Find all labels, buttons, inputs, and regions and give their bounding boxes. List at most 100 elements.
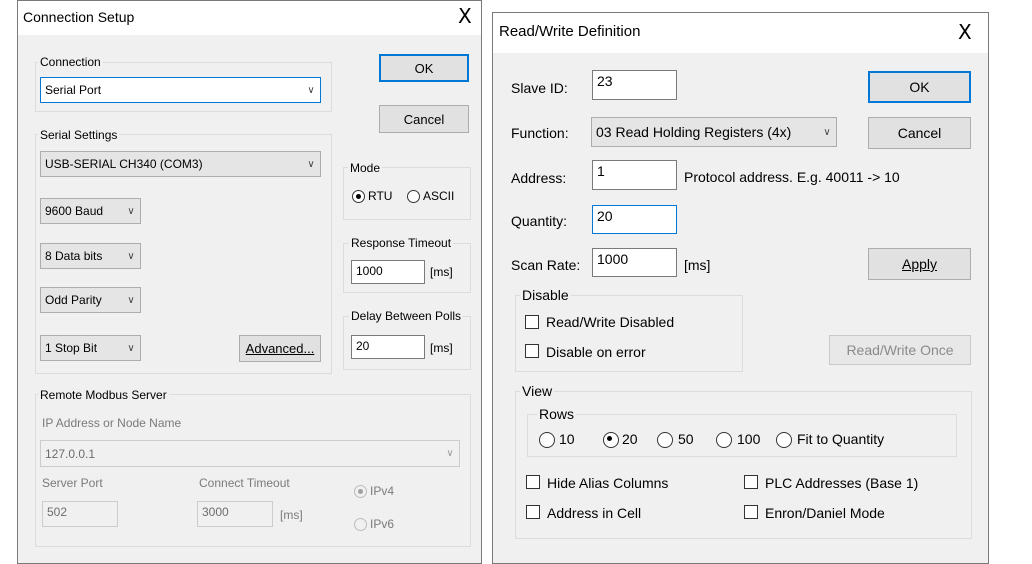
port-select-value: USB-SERIAL CH340 (COM3) (45, 157, 203, 171)
rows-fit-label: Fit to Quantity (797, 431, 885, 447)
connection-setup-dialog: Connection Setup X Connection Serial Por… (17, 0, 482, 564)
delay-polls-input[interactable]: 20 (351, 335, 425, 359)
rw-disabled-checkbox[interactable] (525, 315, 539, 329)
rw-definition-dialog: Read/Write Definition X Slave ID: 23 Fun… (492, 12, 989, 564)
disable-on-error-label: Disable on error (546, 344, 646, 360)
disable-group-label: Disable (520, 287, 571, 303)
enron-label: Enron/Daniel Mode (765, 505, 885, 521)
ascii-radio[interactable] (407, 190, 420, 203)
enron-checkbox[interactable] (744, 505, 758, 519)
quantity-input[interactable]: 20 (592, 205, 677, 234)
view-group-label: View (520, 383, 555, 399)
server-port-label: Server Port (42, 476, 103, 490)
rows-20-label: 20 (622, 431, 638, 447)
function-select-value: 03 Read Holding Registers (4x) (596, 124, 792, 140)
response-timeout-input[interactable]: 1000 (351, 260, 425, 284)
rw-once-button-label: Read/Write Once (846, 342, 954, 358)
address-label: Address: (511, 170, 567, 186)
close-icon[interactable]: X (958, 22, 972, 42)
rtu-label: RTU (368, 189, 393, 203)
connection-select-value: Serial Port (45, 83, 102, 97)
databits-select[interactable]: 8 Data bits ∨ (40, 243, 141, 269)
rows-fit-radio[interactable] (776, 432, 792, 448)
title-bar: Connection Setup X (18, 1, 481, 35)
ip-label: IP Address or Node Name (42, 416, 182, 430)
background-strip (482, 0, 492, 564)
disable-on-error-checkbox[interactable] (525, 344, 539, 358)
baud-select-value: 9600 Baud (45, 204, 104, 218)
connect-timeout-label: Connect Timeout (199, 476, 290, 490)
stopbit-select[interactable]: 1 Stop Bit ∨ (40, 335, 141, 361)
ipv4-label: IPv4 (370, 484, 395, 498)
function-select[interactable]: 03 Read Holding Registers (4x) ∨ (591, 117, 837, 147)
address-in-cell-label: Address in Cell (547, 505, 642, 521)
apply-button-label: Apply (901, 256, 938, 272)
chevron-down-icon: ∨ (127, 250, 135, 262)
cancel-button[interactable]: Cancel (868, 117, 971, 149)
rows-group-label: Rows (537, 406, 577, 422)
chevron-down-icon: ∨ (127, 294, 135, 306)
plc-addresses-checkbox[interactable] (744, 475, 758, 489)
rows-50-label: 50 (678, 431, 694, 447)
chevron-down-icon: ∨ (446, 448, 454, 459)
connect-timeout-unit: [ms] (280, 508, 303, 522)
scan-rate-label: Scan Rate: (511, 257, 581, 273)
close-icon[interactable]: X (458, 6, 472, 26)
rows-50-radio[interactable] (657, 432, 673, 448)
delay-polls-label: Delay Between Polls (349, 309, 464, 323)
ip-select[interactable]: 127.0.0.1 ∨ (40, 440, 460, 467)
databits-select-value: 8 Data bits (45, 249, 103, 263)
scan-rate-unit: [ms] (684, 257, 711, 273)
quantity-label: Quantity: (511, 213, 568, 229)
rtu-radio[interactable] (352, 190, 365, 203)
parity-select-value: Odd Parity (45, 293, 102, 307)
advanced-button-label: Advanced... (245, 341, 315, 356)
cancel-button[interactable]: Cancel (379, 105, 469, 133)
parity-select[interactable]: Odd Parity ∨ (40, 287, 141, 313)
address-hint: Protocol address. E.g. 40011 -> 10 (684, 169, 900, 185)
server-port-input[interactable]: 502 (42, 501, 118, 527)
apply-button[interactable]: Apply (868, 248, 971, 280)
response-timeout-unit: [ms] (430, 265, 453, 279)
function-label: Function: (511, 125, 569, 141)
mode-group-label: Mode (348, 161, 383, 175)
ascii-label: ASCII (423, 189, 455, 203)
hide-alias-label: Hide Alias Columns (547, 475, 669, 491)
slave-id-input[interactable]: 23 (592, 70, 677, 100)
rows-10-radio[interactable] (539, 432, 555, 448)
remote-server-label: Remote Modbus Server (38, 388, 169, 402)
serial-settings-label: Serial Settings (38, 128, 120, 142)
baud-select[interactable]: 9600 Baud ∨ (40, 198, 141, 224)
rw-disabled-label: Read/Write Disabled (546, 314, 675, 330)
chevron-down-icon: ∨ (127, 205, 135, 217)
stopbit-select-value: 1 Stop Bit (45, 341, 98, 355)
connect-timeout-input[interactable]: 3000 (197, 501, 273, 527)
rows-100-radio[interactable] (716, 432, 732, 448)
title-bar: Read/Write Definition X (493, 13, 988, 53)
hide-alias-checkbox[interactable] (526, 475, 540, 489)
rows-20-radio[interactable] (603, 432, 619, 448)
port-select[interactable]: USB-SERIAL CH340 (COM3) ∨ (40, 151, 321, 177)
address-in-cell-checkbox[interactable] (526, 505, 540, 519)
chevron-down-icon: ∨ (127, 342, 135, 354)
ipv6-label: IPv6 (370, 517, 395, 531)
advanced-button[interactable]: Advanced... (239, 335, 321, 362)
ipv4-radio[interactable] (354, 485, 367, 498)
chevron-down-icon: ∨ (307, 158, 315, 170)
ok-button[interactable]: OK (379, 54, 469, 82)
ipv6-radio[interactable] (354, 518, 367, 531)
connection-group-label: Connection (38, 55, 103, 69)
rows-10-label: 10 (559, 431, 575, 447)
plc-addresses-label: PLC Addresses (Base 1) (765, 475, 919, 491)
response-timeout-label: Response Timeout (349, 236, 454, 250)
ok-button[interactable]: OK (868, 71, 971, 103)
ip-select-value: 127.0.0.1 (45, 446, 96, 461)
rw-once-button[interactable]: Read/Write Once (829, 335, 971, 365)
dialog-title: Read/Write Definition (499, 23, 641, 40)
address-input[interactable]: 1 (592, 160, 677, 190)
connection-select[interactable]: Serial Port ∨ (40, 77, 321, 103)
chevron-down-icon: ∨ (823, 126, 831, 138)
delay-polls-unit: [ms] (430, 341, 453, 355)
slave-id-label: Slave ID: (511, 80, 568, 96)
scan-rate-input[interactable]: 1000 (592, 248, 677, 277)
